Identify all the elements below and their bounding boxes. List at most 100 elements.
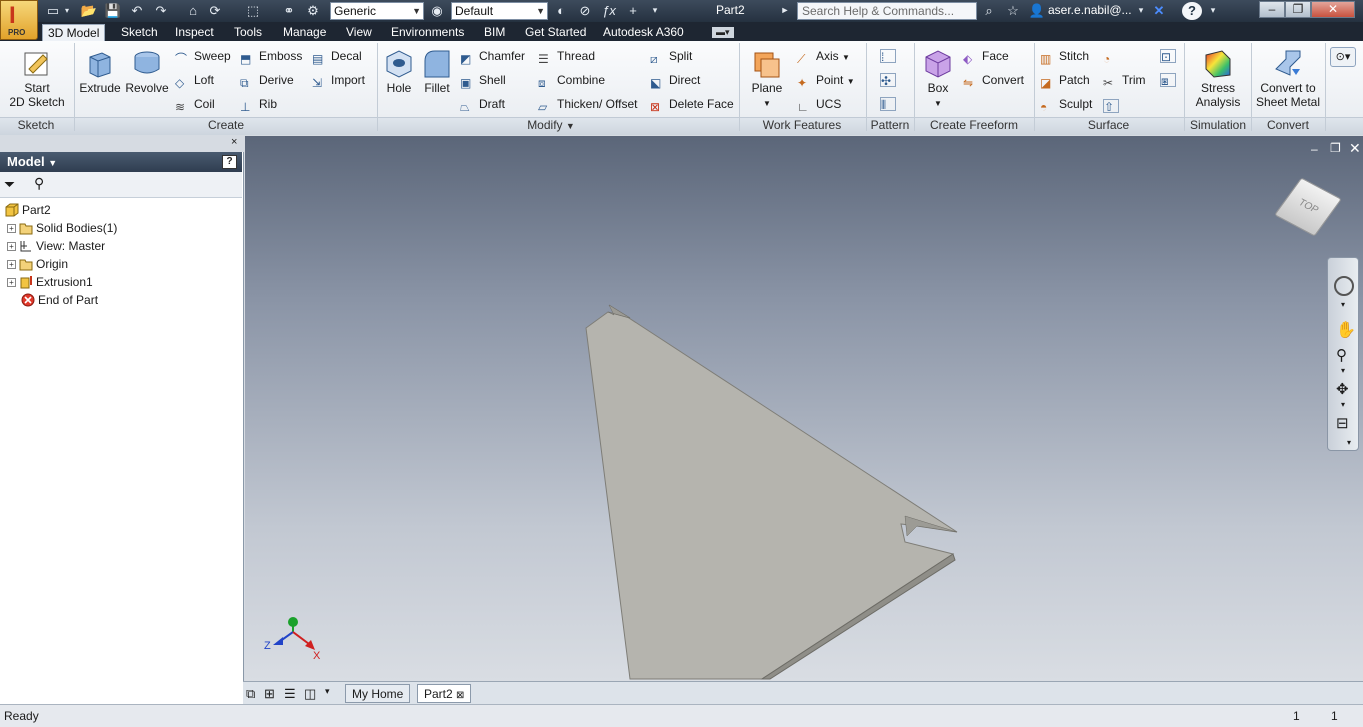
fillet-button[interactable]: Fillet: [419, 47, 455, 95]
hole-button[interactable]: Hole: [381, 47, 417, 95]
expand-icon[interactable]: +: [7, 224, 16, 233]
draft-button[interactable]: ⏢ Draft: [460, 97, 505, 114]
select-icon[interactable]: ⬚: [244, 2, 262, 19]
undo-icon[interactable]: ↶: [128, 2, 146, 19]
expand-icon[interactable]: +: [7, 278, 16, 287]
orbit-icon[interactable]: ✥: [1336, 380, 1349, 398]
browser-title-bar[interactable]: Model ▼ ?: [0, 152, 242, 172]
decal-button[interactable]: ▤ Decal: [312, 49, 362, 66]
user-name[interactable]: aser.e.nabil@...: [1048, 3, 1132, 17]
expand-icon[interactable]: +: [7, 260, 16, 269]
circular-pattern-button[interactable]: ✣: [880, 71, 899, 88]
appearance-icon[interactable]: ◉: [428, 2, 446, 19]
convert-to-sheet-metal-button[interactable]: Convert to Sheet Metal: [1254, 47, 1322, 109]
tree-item-part[interactable]: Part2: [5, 202, 51, 218]
steering-wheel-icon[interactable]: [1334, 276, 1354, 296]
open-icon[interactable]: 📂: [80, 2, 98, 19]
direct-button[interactable]: ⬕ Direct: [650, 73, 700, 90]
close-browser-icon[interactable]: ×: [231, 136, 237, 148]
update-icon[interactable]: ⟳: [206, 2, 224, 19]
home-icon[interactable]: ⌂: [184, 2, 202, 19]
tab-manage[interactable]: Manage: [283, 24, 326, 41]
emboss-button[interactable]: ⬒ Emboss: [240, 49, 302, 66]
ucs-button[interactable]: ∟ UCS: [797, 97, 841, 114]
viewport-restore-icon[interactable]: ❐: [1330, 141, 1341, 155]
tab-3d-model[interactable]: 3D Model: [42, 24, 106, 41]
search-input[interactable]: Search Help & Commands...: [797, 2, 977, 20]
stitch-button[interactable]: ▥ Stitch: [1040, 49, 1089, 66]
new-icon[interactable]: ▭: [44, 2, 62, 19]
tab-my-home[interactable]: My Home: [345, 684, 411, 703]
chevron-down-icon[interactable]: ▾: [1132, 2, 1150, 19]
close-button[interactable]: ✕: [1311, 1, 1355, 18]
shell-button[interactable]: ▣ Shell: [460, 73, 506, 90]
minimize-button[interactable]: –: [1259, 1, 1285, 18]
pan-icon[interactable]: ✋: [1336, 320, 1356, 340]
doc-menu-icon[interactable]: ▾: [325, 686, 330, 697]
split-button[interactable]: ⧄ Split: [650, 49, 692, 66]
ribbon-toggle-icon[interactable]: ▬▾: [712, 27, 734, 38]
tab-part2[interactable]: Part2 ⊠: [417, 684, 472, 703]
start-2d-sketch-button[interactable]: Start 2D Sketch: [8, 47, 66, 109]
expand-icon[interactable]: +: [7, 242, 16, 251]
star-icon[interactable]: ☆: [1004, 2, 1022, 19]
panel-modify[interactable]: Modify ▼: [378, 118, 724, 134]
help-button[interactable]: ?: [1182, 2, 1202, 20]
extend-button[interactable]: ◔: [1103, 49, 1122, 66]
convert-freeform-button[interactable]: ⇋ Convert: [963, 73, 1024, 90]
rectangular-pattern-button[interactable]: ⁞: [880, 47, 899, 64]
tab-autodesk-a360[interactable]: Autodesk A360: [603, 24, 684, 41]
tile-vertical-icon[interactable]: ◫: [304, 686, 316, 702]
tree-item-extrusion1[interactable]: + Extrusion1: [7, 274, 93, 290]
loft-button[interactable]: ◇ Loft: [175, 73, 214, 90]
tree-item-end-of-part[interactable]: End of Part: [21, 292, 98, 308]
chevron-down-icon[interactable]: ▾: [1341, 366, 1345, 375]
sculpt-button[interactable]: ◓ Sculpt: [1040, 97, 1092, 114]
exchange-icon[interactable]: ✕: [1150, 2, 1168, 19]
face-button[interactable]: ⬖ Face: [963, 49, 1009, 66]
trim-button[interactable]: ✂ Trim: [1103, 73, 1146, 90]
tab-inspect[interactable]: Inspect: [175, 24, 214, 41]
close-tab-icon[interactable]: ⊠: [456, 690, 464, 701]
fit-mesh-face-button[interactable]: ⧆: [1160, 71, 1179, 88]
adjust-icon[interactable]: ◐: [552, 2, 570, 19]
settings-icon[interactable]: ⚙: [304, 2, 322, 19]
revolve-button[interactable]: Revolve: [124, 47, 170, 95]
tree-item-solid-bodies[interactable]: + Solid Bodies(1): [7, 220, 117, 236]
tile-horizontal-icon[interactable]: ☰: [284, 686, 296, 702]
tile-icon[interactable]: ⊞: [264, 686, 275, 702]
redo-icon[interactable]: ↷: [152, 2, 170, 19]
chevron-down-icon[interactable]: ▾: [1341, 300, 1345, 309]
ribbon-options-button[interactable]: ⊙▾: [1330, 47, 1356, 67]
user-icon[interactable]: 👤: [1028, 2, 1046, 19]
help-dropdown-icon[interactable]: ▾: [1204, 2, 1222, 19]
tab-tools[interactable]: Tools: [234, 24, 262, 41]
clear-appearance-icon[interactable]: ⊘: [576, 2, 594, 19]
plane-button[interactable]: Plane ▼: [746, 47, 788, 111]
chamfer-button[interactable]: ◩ Chamfer: [460, 49, 525, 66]
axis-button[interactable]: ⟋ Axis ▼: [797, 49, 850, 66]
filter-icon[interactable]: ⏷: [4, 176, 15, 193]
browser-help-button[interactable]: ?: [222, 155, 237, 169]
coil-button[interactable]: ≋ Coil: [175, 97, 215, 114]
tab-view[interactable]: View: [346, 24, 372, 41]
appearance-select[interactable]: Default ▼: [451, 2, 548, 20]
thicken-offset-button[interactable]: ▱ Thicken/ Offset: [538, 97, 637, 114]
tree-item-origin[interactable]: + Origin: [7, 256, 68, 272]
tab-get-started[interactable]: Get Started: [525, 24, 586, 41]
new-dropdown-icon[interactable]: ▾: [62, 2, 72, 19]
navbar-options-icon[interactable]: ▾: [1347, 438, 1351, 447]
find-icon[interactable]: ⚲: [34, 175, 44, 192]
viewport-minimize-icon[interactable]: –: [1311, 142, 1318, 156]
patch-button[interactable]: ◪ Patch: [1040, 73, 1090, 90]
derive-button[interactable]: ⧉ Derive: [240, 73, 294, 90]
fx-icon[interactable]: ƒx: [600, 2, 618, 19]
tab-sketch[interactable]: Sketch: [121, 24, 158, 41]
save-icon[interactable]: 💾: [104, 2, 122, 19]
stress-analysis-button[interactable]: Stress Analysis: [1188, 47, 1248, 109]
thread-button[interactable]: ☰ Thread: [538, 49, 595, 66]
zoom-icon[interactable]: ⚲: [1336, 346, 1347, 364]
import-button[interactable]: ⇲ Import: [312, 73, 365, 90]
rib-button[interactable]: ⊥ Rib: [240, 97, 277, 114]
box-button[interactable]: Box ▼: [918, 47, 958, 111]
